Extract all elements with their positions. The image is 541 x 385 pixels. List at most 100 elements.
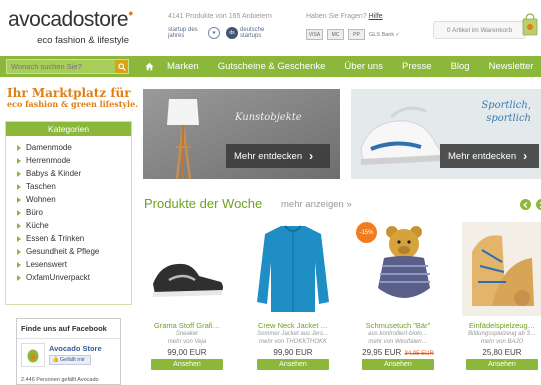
category-gesundheit-pflege[interactable]: Gesundheit & Pflege	[6, 245, 131, 258]
visa-icon: VISA	[306, 29, 323, 40]
banner-1-script: Kunstobjekte	[235, 112, 302, 123]
deutsche-startups-badge: ds deutsche startups	[226, 27, 270, 39]
nav-item-newsletter[interactable]: Newsletter	[489, 61, 534, 72]
view-product-button[interactable]: Ansehen	[257, 359, 329, 370]
facebook-like-button[interactable]: 👍 Gefällt mir	[49, 355, 91, 365]
view-product-button[interactable]: Ansehen	[362, 359, 434, 370]
product-title[interactable]: Einfädelspielzeug…	[462, 321, 541, 330]
product-title[interactable]: Schmusetuch "Bär"	[358, 321, 438, 330]
product-subtitle: aus kontrolliert-biolo…	[368, 331, 428, 337]
wooden-toy-image	[462, 222, 541, 316]
chevron-left-icon	[523, 201, 528, 208]
product-card[interactable]: Crew Neck Jacket … Sommer Jacket aus Jer…	[253, 222, 333, 370]
category-taschen[interactable]: Taschen	[6, 180, 131, 193]
mastercard-icon: MC	[327, 29, 344, 40]
nav-item-ueber-uns[interactable]: Über uns	[344, 61, 383, 72]
ds-logo-icon: ds	[226, 27, 238, 39]
facebook-page-name[interactable]: Avocado Store	[49, 344, 102, 353]
banner-sportlich[interactable]: Sportlich, sportlich Mehr entdecken ›	[351, 89, 541, 179]
facebook-title: Finde uns auf Facebook	[17, 319, 120, 339]
avocado-thumb-icon[interactable]	[21, 343, 45, 367]
category-damenmode[interactable]: Damenmode	[6, 141, 131, 154]
nav-item-blog[interactable]: Blog	[451, 61, 470, 72]
view-product-button[interactable]: Ansehen	[466, 359, 538, 370]
product-brand[interactable]: mehr von Westfalen…	[358, 338, 438, 346]
banner-1-cta[interactable]: Mehr entdecken ›	[226, 144, 330, 168]
nav-item-presse[interactable]: Presse	[402, 61, 432, 72]
product-subtitle: Sneaker	[175, 331, 199, 337]
startup-badge-label: startup des jahres	[168, 27, 198, 39]
main-navbar: Marken Gutscheine & Geschenke Über uns P…	[0, 56, 541, 77]
nav-item-gutscheine[interactable]: Gutscheine & Geschenke	[218, 61, 326, 72]
leaf-icon: ●	[128, 8, 134, 18]
award-icon: ★	[208, 27, 220, 39]
category-buero[interactable]: Büro	[6, 206, 131, 219]
jacket-image	[257, 225, 329, 312]
sale-badge: -15%	[356, 222, 377, 243]
nav-item-marken[interactable]: Marken	[167, 61, 199, 72]
marketplace-slogan: Ihr Marktplatz für eco fashion & green l…	[7, 87, 138, 110]
logo-tagline: eco fashion & lifestyle	[37, 35, 129, 46]
category-list: Damenmode Herrenmode Babys & Kinder Tasc…	[6, 136, 131, 284]
search-button[interactable]	[115, 60, 128, 73]
product-subtitle: Bildungsspielzeug ab 3…	[468, 331, 536, 337]
banner-2-script: Sportlich, sportlich	[451, 99, 531, 125]
triangle-right-icon	[17, 262, 21, 268]
product-price: 99,00 EUR	[167, 348, 207, 357]
product-image[interactable]	[147, 222, 227, 316]
logo[interactable]: avocadostore● eco fashion & lifestyle	[8, 8, 134, 48]
carousel-prev-button[interactable]	[520, 199, 531, 210]
category-kueche[interactable]: Küche	[6, 219, 131, 232]
search-input[interactable]	[7, 62, 115, 71]
triangle-right-icon	[17, 197, 21, 203]
product-price: 99,90 EUR	[273, 348, 313, 357]
product-image[interactable]	[253, 222, 333, 316]
product-image[interactable]: -15%	[356, 222, 438, 316]
triangle-right-icon	[17, 184, 21, 190]
product-subtitle: Sommer Jacket aus Jers…	[256, 331, 330, 337]
product-stats: 4141 Produkte von 165 Anbietern	[168, 13, 272, 20]
search-icon	[117, 62, 126, 71]
thumbs-up-icon: 👍	[52, 357, 59, 363]
category-wohnen[interactable]: Wohnen	[6, 193, 131, 206]
search-bar	[6, 59, 129, 74]
home-icon	[145, 62, 153, 71]
banner-kunstobjekte[interactable]: Kunstobjekte Mehr entdecken ›	[143, 89, 340, 179]
help-link[interactable]: Hilfe	[369, 13, 383, 20]
product-card[interactable]: -15% Schmusetuch "Bär" aus kontrolliert-…	[356, 222, 438, 370]
paypal-icon: PP	[348, 29, 365, 40]
help-text: Haben Sie Fragen? Hilfe	[306, 13, 383, 20]
category-herrenmode[interactable]: Herrenmode	[6, 154, 131, 167]
home-button[interactable]	[143, 56, 155, 77]
triangle-right-icon	[17, 275, 21, 281]
startup-badge: startup des jahres ★	[168, 27, 220, 39]
product-card[interactable]: Einfädelspielzeug… Bildungsspielzeug ab …	[462, 222, 541, 370]
category-header: Kategorien	[6, 122, 131, 136]
product-brand[interactable]: mehr von BAJO	[462, 338, 541, 346]
product-brand[interactable]: mehr von Veja	[147, 338, 227, 346]
facebook-widget: Finde uns auf Facebook Avocado Store 👍 G…	[16, 318, 121, 385]
triangle-right-icon	[17, 210, 21, 216]
cart-button[interactable]: 0 Artikel im Warenkorb	[433, 21, 526, 39]
gls-bank-badge: GLS Bank ✓	[369, 31, 400, 38]
product-price: 29,95 EUR 34,95 EUR	[362, 348, 434, 357]
triangle-right-icon	[17, 158, 21, 164]
triangle-right-icon	[17, 171, 21, 177]
product-old-price: 34,95 EUR	[404, 351, 434, 357]
banner-2-cta[interactable]: Mehr entdecken ›	[440, 144, 539, 168]
category-lesenswert[interactable]: Lesenswert	[6, 258, 131, 271]
product-title[interactable]: Crew Neck Jacket …	[253, 321, 333, 330]
category-oxfam-unverpackt[interactable]: OxfamUnverpackt	[6, 271, 131, 284]
product-title[interactable]: Grama Stoff Grafi…	[147, 321, 227, 330]
logo-name: avocadostore	[8, 8, 129, 31]
triangle-right-icon	[17, 236, 21, 242]
product-image[interactable]	[462, 222, 541, 316]
view-product-button[interactable]: Ansehen	[151, 359, 223, 370]
category-essen-trinken[interactable]: Essen & Trinken	[6, 232, 131, 245]
product-brand[interactable]: mehr von THOKKTHOKK	[253, 338, 333, 346]
category-babys-kinder[interactable]: Babys & Kinder	[6, 167, 131, 180]
show-more-link[interactable]: mehr anzeigen »	[281, 199, 352, 210]
carousel-next-button[interactable]	[536, 199, 541, 210]
shopping-bag-icon[interactable]	[522, 12, 538, 36]
product-card[interactable]: Grama Stoff Grafi… Sneaker mehr von Veja…	[147, 222, 227, 370]
